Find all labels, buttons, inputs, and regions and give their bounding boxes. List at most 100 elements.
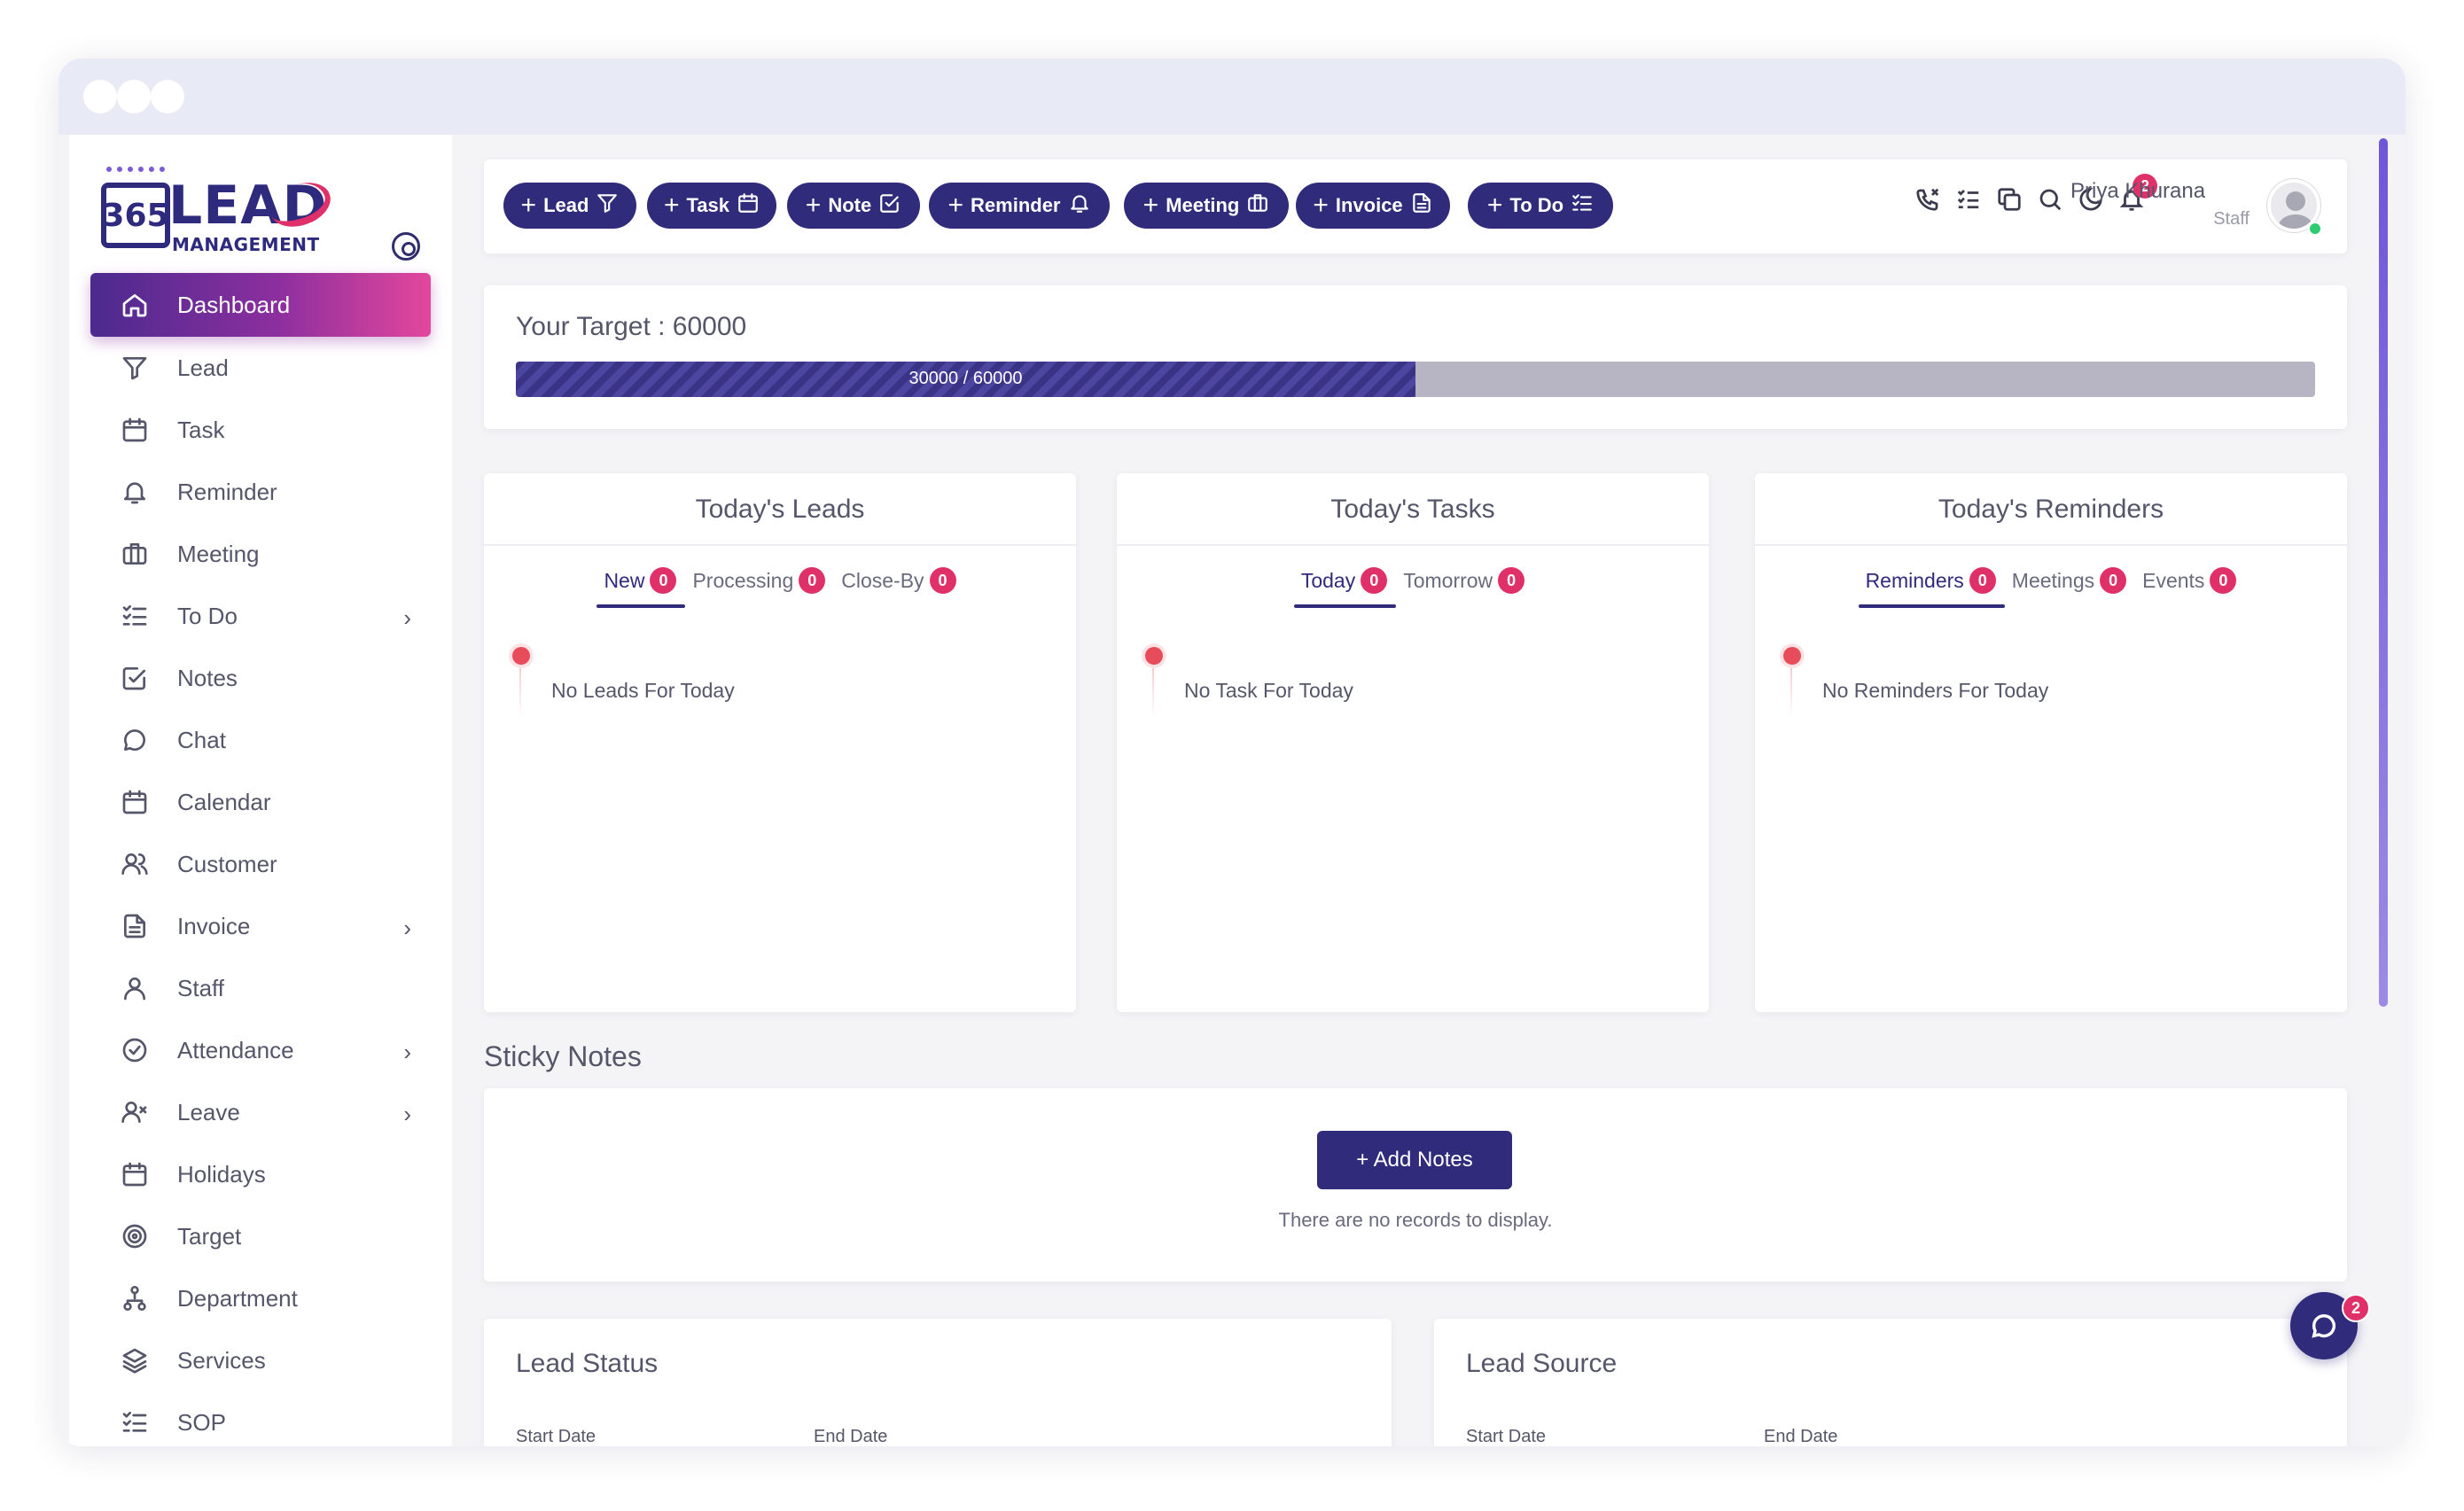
copy-icon[interactable]	[1996, 186, 2023, 213]
sidebar-item-label: Chat	[177, 726, 226, 753]
tab-tomorrow[interactable]: Tomorrow 0	[1403, 567, 1525, 608]
sidebar-item-services[interactable]: Services	[69, 1329, 452, 1391]
sidebar-item-label: Reminder	[177, 478, 277, 505]
quick-add-task-button[interactable]: + Task	[647, 183, 776, 229]
calendar-icon	[737, 191, 760, 220]
sidebar-item-lead[interactable]: Lead	[69, 337, 452, 399]
plus-icon: +	[947, 191, 964, 220]
add-notes-button[interactable]: + Add Notes	[1317, 1131, 1512, 1189]
sidebar-item-attendance[interactable]: Attendance ›	[69, 1019, 452, 1081]
tab-label: Reminders	[1865, 568, 1964, 592]
sidebar-item-to-do[interactable]: To Do ›	[69, 585, 452, 647]
sidebar-item-dashboard[interactable]: Dashboard	[90, 273, 431, 337]
reminders-tabs: Reminders 0 Meetings 0 Events 0	[1755, 567, 2347, 608]
end-date-label: End Date	[814, 1427, 888, 1446]
quick-add-to-do-button[interactable]: + To Do	[1468, 183, 1613, 229]
sidebar-item-notes[interactable]: Notes	[69, 647, 452, 709]
tab-reminders[interactable]: Reminders 0	[1858, 567, 2006, 608]
count-badge: 0	[1498, 567, 1525, 594]
window-control-maximize[interactable]	[151, 80, 184, 113]
list-icon	[119, 1406, 151, 1438]
sidebar-item-holidays[interactable]: Holidays	[69, 1143, 452, 1205]
sidebar-item-label: Customer	[177, 850, 277, 877]
calendar-icon	[119, 414, 151, 446]
timeline-dot	[1145, 647, 1163, 665]
quick-action-label: Reminder	[971, 194, 1061, 216]
tab-new[interactable]: New 0	[597, 567, 686, 608]
sidebar-item-reminder[interactable]: Reminder	[69, 461, 452, 523]
target-icon	[119, 1220, 151, 1252]
card-title: Today's Leads	[695, 495, 865, 524]
chat-icon	[2312, 1314, 2336, 1338]
chevron-right-icon[interactable]: ›	[403, 915, 411, 942]
tab-meetings[interactable]: Meetings 0	[2012, 567, 2127, 608]
sidebar-item-chat[interactable]: Chat	[69, 709, 452, 771]
timeline-dot	[512, 647, 530, 665]
card-divider	[484, 544, 1076, 546]
target-progress-label: 30000 / 60000	[908, 369, 1023, 388]
tab-close-by[interactable]: Close-By 0	[841, 567, 956, 608]
tab-events[interactable]: Events 0	[2142, 567, 2237, 608]
tab-processing[interactable]: Processing 0	[692, 567, 826, 608]
note-check-icon	[878, 191, 901, 220]
quick-add-invoice-button[interactable]: + Invoice	[1296, 183, 1450, 229]
user-name[interactable]: Priya Khurana	[2070, 179, 2205, 204]
sidebar-item-label: To Do	[177, 602, 238, 629]
vertical-scrollbar[interactable]	[2379, 138, 2388, 1007]
quick-add-meeting-button[interactable]: + Meeting	[1124, 183, 1289, 229]
sidebar-item-invoice[interactable]: Invoice ›	[69, 895, 452, 957]
lead-status-title: Lead Status	[516, 1349, 659, 1378]
checklist-icon	[1571, 191, 1594, 220]
sidebar-item-sop[interactable]: SOP	[69, 1391, 452, 1446]
sidebar-item-label: Calendar	[177, 788, 271, 815]
lead-source-card: Lead Source Start Date End Date	[1434, 1319, 2347, 1446]
empty-state-text: No Reminders For Today	[1822, 679, 2049, 702]
target-progress-bar: 30000 / 60000	[516, 362, 2315, 397]
tab-label: Close-By	[841, 568, 924, 592]
main-content: + Lead + Task + Note + Reminder + Meeting + Invoice…	[452, 135, 2406, 1446]
logo-crown	[106, 167, 165, 184]
window-control-close[interactable]	[83, 80, 117, 113]
todays-leads-card: Today's Leads New 0 Processing 0 Close-By 0 N…	[484, 473, 1076, 1012]
hierarchy-icon	[119, 1282, 151, 1314]
chat-icon	[119, 724, 151, 756]
sidebar-item-target[interactable]: Target	[69, 1205, 452, 1267]
sidebar-item-label: Services	[177, 1346, 266, 1374]
chevron-right-icon[interactable]: ›	[403, 604, 411, 632]
sidebar-item-customer[interactable]: Customer	[69, 833, 452, 895]
window-titlebar	[58, 58, 2406, 135]
checklist-icon[interactable]	[1955, 186, 1982, 213]
sidebar-item-leave[interactable]: Leave ›	[69, 1081, 452, 1143]
filter-icon	[596, 191, 619, 220]
note-check-icon	[119, 662, 151, 694]
users-icon	[119, 848, 151, 880]
plus-icon: +	[805, 191, 822, 220]
empty-state-text: No Task For Today	[1184, 679, 1353, 702]
app-window: 365 LEAD MANAGEMENT Dashboard Lead Task Rem…	[58, 58, 2406, 1446]
app-logo[interactable]: 365 LEAD MANAGEMENT	[101, 167, 337, 255]
sidebar-item-task[interactable]: Task	[69, 399, 452, 461]
quick-add-lead-button[interactable]: + Lead	[503, 183, 636, 229]
quick-action-label: Note	[828, 194, 872, 216]
window-control-minimize[interactable]	[117, 80, 151, 113]
sidebar-item-meeting[interactable]: Meeting	[69, 523, 452, 585]
sidebar-item-calendar[interactable]: Calendar	[69, 771, 452, 833]
quick-add-reminder-button[interactable]: + Reminder	[929, 183, 1110, 229]
tab-today[interactable]: Today 0	[1293, 567, 1397, 608]
sidebar-toggle-icon[interactable]	[392, 232, 420, 261]
sidebar-item-label: Staff	[177, 974, 225, 1001]
plus-icon: +	[1486, 191, 1503, 220]
quick-add-note-button[interactable]: + Note	[787, 183, 920, 229]
count-badge: 0	[650, 567, 677, 594]
sidebar-item-staff[interactable]: Staff	[69, 957, 452, 1019]
chevron-right-icon[interactable]: ›	[403, 1039, 411, 1066]
user-x-icon	[119, 1096, 151, 1128]
search-icon[interactable]	[2037, 186, 2063, 213]
tab-label: Today	[1300, 568, 1356, 592]
top-bar: + Lead + Task + Note + Reminder + Meeting + Invoice…	[484, 160, 2347, 253]
sidebar-item-department[interactable]: Department	[69, 1267, 452, 1329]
plus-icon: +	[520, 191, 537, 220]
user-role: Staff	[2213, 209, 2250, 229]
missed-call-icon[interactable]	[1914, 186, 1941, 213]
chevron-right-icon[interactable]: ›	[403, 1101, 411, 1128]
